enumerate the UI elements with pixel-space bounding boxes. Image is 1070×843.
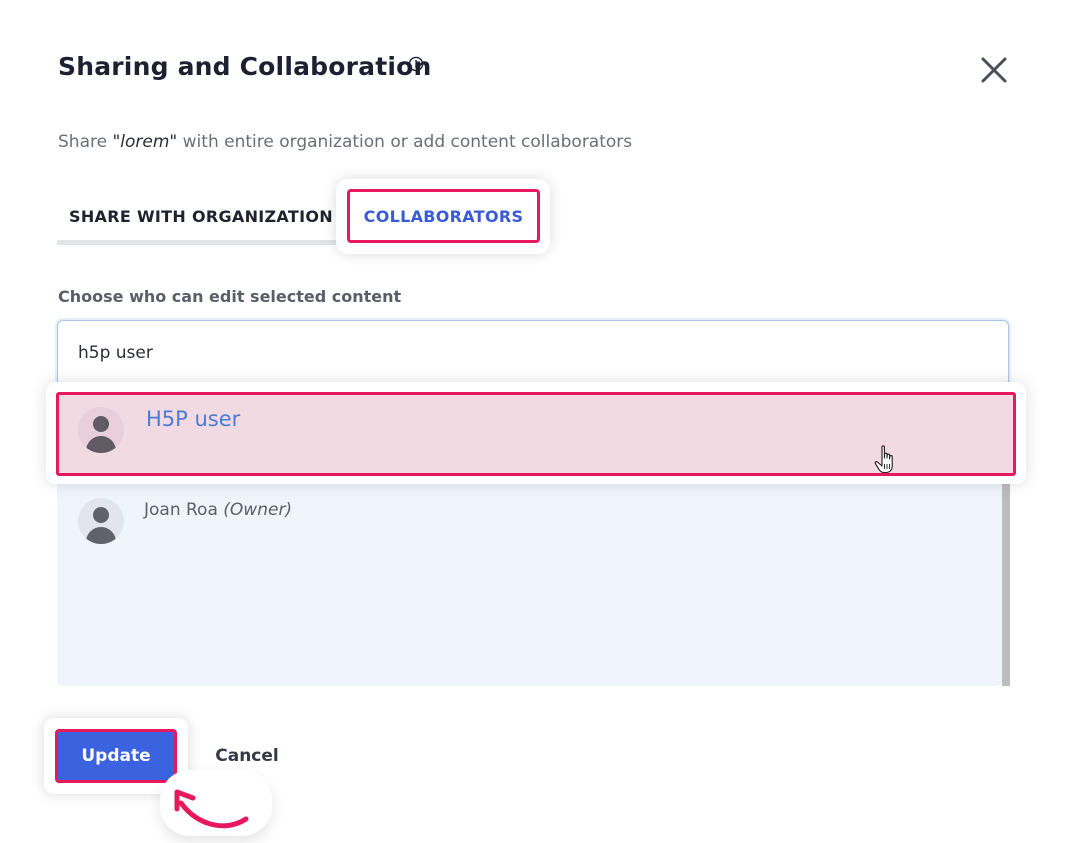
collaborator-role: (Owner) xyxy=(223,500,293,520)
info-icon[interactable] xyxy=(408,56,424,72)
suggestion-item-label: H5P user xyxy=(146,407,241,431)
collaborator-list-scrollbar[interactable] xyxy=(1002,480,1010,686)
tab-collaborators[interactable]: COLLABORATORS xyxy=(347,189,540,243)
tab-underline xyxy=(57,240,347,245)
update-button[interactable]: Update xyxy=(55,729,177,783)
collaborator-row: Joan Roa (Owner) xyxy=(78,498,292,544)
tab-share-with-organization[interactable]: SHARE WITH ORGANIZATION xyxy=(58,192,344,240)
suggestion-item[interactable]: H5P user xyxy=(56,392,1016,476)
sharing-dialog: Sharing and Collaboration Share "lorem" … xyxy=(0,0,1070,843)
collaborator-name: Joan Roa (Owner) xyxy=(144,500,292,520)
subtitle-suffix: with entire organization or add content … xyxy=(177,132,633,152)
curved-arrow-icon xyxy=(174,789,249,829)
dialog-title: Sharing and Collaboration xyxy=(58,52,432,81)
user-avatar-icon xyxy=(78,498,124,544)
subtitle-prefix: Share xyxy=(58,132,113,152)
hand-pointer-icon xyxy=(874,445,893,474)
collaborator-name-text: Joan Roa xyxy=(144,500,218,520)
content-name: "lorem" xyxy=(112,132,178,152)
user-avatar-icon xyxy=(78,407,124,453)
close-icon[interactable] xyxy=(978,54,1010,86)
dialog-subtitle: Share "lorem" with entire organization o… xyxy=(58,132,632,152)
collaborator-search-input[interactable] xyxy=(57,320,1009,386)
collaborators-field-label: Choose who can edit selected content xyxy=(58,287,402,306)
